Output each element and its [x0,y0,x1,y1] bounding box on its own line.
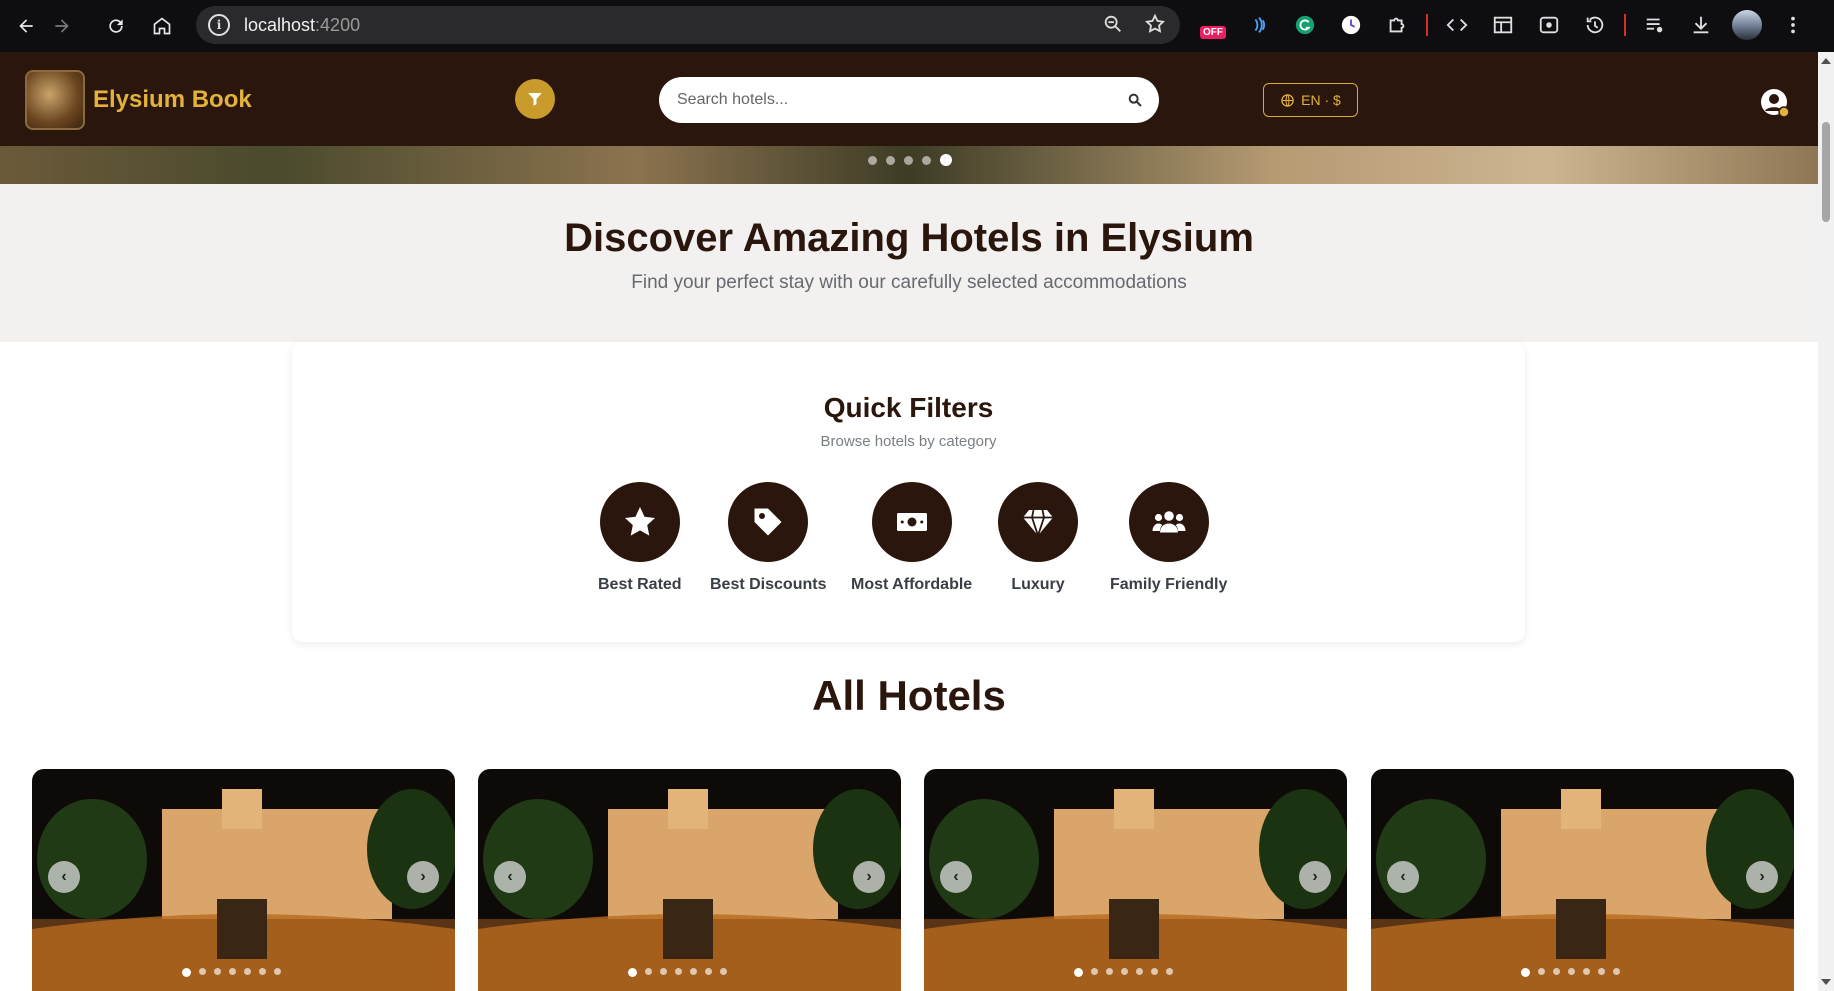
tag-icon [754,508,782,536]
hotel-card[interactable]: ‹ › [1371,769,1794,991]
quick-filters-subtitle: Browse hotels by category [820,433,997,450]
code-icon[interactable] [1440,8,1474,42]
filter-button[interactable] [515,79,555,119]
next-image-button[interactable]: › [407,861,439,893]
previous-image-button[interactable]: ‹ [48,861,80,893]
address-bar[interactable]: i localhost:4200 [196,6,1180,44]
zoom-icon[interactable] [1102,13,1124,40]
page-subtitle: Find your perfect stay with our carefull… [631,272,1187,293]
page-scrollbar[interactable] [1818,52,1834,991]
hotel-image [478,769,901,991]
carousel-dot-active[interactable] [940,154,952,166]
extension-wave-icon[interactable] [1242,8,1276,42]
grammarly-icon[interactable] [1288,8,1322,42]
hotel-card[interactable]: ‹ › [478,769,901,991]
hero-carousel-dots [868,154,952,166]
filter-family-friendly[interactable]: Family Friendly [1110,482,1227,594]
quick-filters-title: Quick Filters [823,392,994,423]
next-image-button[interactable]: › [853,861,885,893]
card-carousel-dots [1074,968,1173,977]
menu-icon[interactable] [1776,8,1810,42]
all-hotels-heading: All Hotels [812,672,1006,719]
carousel-dot[interactable] [922,155,931,165]
search-icon[interactable] [1127,92,1143,108]
next-image-button[interactable]: › [1746,861,1778,893]
media-queue-icon[interactable] [1638,8,1672,42]
hotel-card[interactable]: ‹ › [924,769,1347,991]
clock-extension-icon[interactable] [1334,8,1368,42]
layout-icon[interactable] [1486,8,1520,42]
language-currency-button[interactable]: EN · $ [1263,83,1358,117]
card-carousel-dots [628,968,727,977]
star-icon [624,507,655,536]
language-currency-label: EN · $ [1301,92,1341,108]
filter-icon [528,93,542,106]
scroll-down-arrow[interactable] [1821,979,1831,985]
hotel-card[interactable]: ‹ › [32,769,455,991]
site-header: Elysium Book EN · $ [0,52,1818,146]
profile-avatar[interactable] [1730,8,1764,42]
intro-section: Discover Amazing Hotels in Elysium Find … [0,184,1818,342]
reload-icon[interactable] [98,8,134,44]
users-icon [1152,511,1186,533]
search-box [659,77,1159,123]
url-text: localhost:4200 [244,14,361,35]
card-carousel-dots [182,968,281,977]
site-info-icon[interactable]: i [208,14,230,36]
hotel-image [32,769,455,991]
brand-logo[interactable] [25,70,85,130]
money-icon [896,513,927,531]
diamond-icon [1023,509,1053,539]
filter-most-affordable[interactable]: Most Affordable [851,482,972,594]
carousel-dot[interactable] [886,155,895,165]
previous-image-button[interactable]: ‹ [494,861,526,893]
browser-toolbar: i localhost:4200 OFF [0,0,1834,52]
carousel-dot[interactable] [868,155,877,165]
hero-carousel [0,146,1818,184]
back-icon[interactable] [8,8,44,44]
toolbar-separator [1624,14,1626,36]
screenshot-icon[interactable] [1532,8,1566,42]
toolbar-separator [1426,14,1428,36]
puzzle-extension-icon[interactable] [1380,8,1414,42]
page-title: Discover Amazing Hotels in Elysium [564,216,1254,260]
scroll-up-arrow[interactable] [1821,58,1831,64]
home-icon[interactable] [144,8,180,44]
globe-icon [1281,93,1294,107]
user-account-icon[interactable] [1760,88,1790,118]
scrollbar-thumb[interactable] [1822,122,1830,222]
carousel-dot[interactable] [904,155,913,165]
forward-icon[interactable] [44,8,80,44]
next-image-button[interactable]: › [1299,861,1331,893]
hotel-image [1371,769,1794,991]
hotel-image [924,769,1347,991]
quick-filters-card: Quick Filters Browse hotels by category … [292,342,1525,642]
search-input[interactable] [677,77,1117,123]
previous-image-button[interactable]: ‹ [940,861,972,893]
filter-best-discounts[interactable]: Best Discounts [710,482,826,594]
previous-image-button[interactable]: ‹ [1387,861,1419,893]
download-icon[interactable] [1684,8,1718,42]
bookmark-star-icon[interactable] [1144,13,1166,40]
filter-luxury[interactable]: Luxury [998,482,1078,594]
history-icon[interactable] [1578,8,1612,42]
extension-off-icon[interactable]: OFF [1196,8,1230,42]
filter-best-rated[interactable]: Best Rated [598,482,682,594]
brand-name[interactable]: Elysium Book [93,86,252,114]
card-carousel-dots [1521,968,1620,977]
